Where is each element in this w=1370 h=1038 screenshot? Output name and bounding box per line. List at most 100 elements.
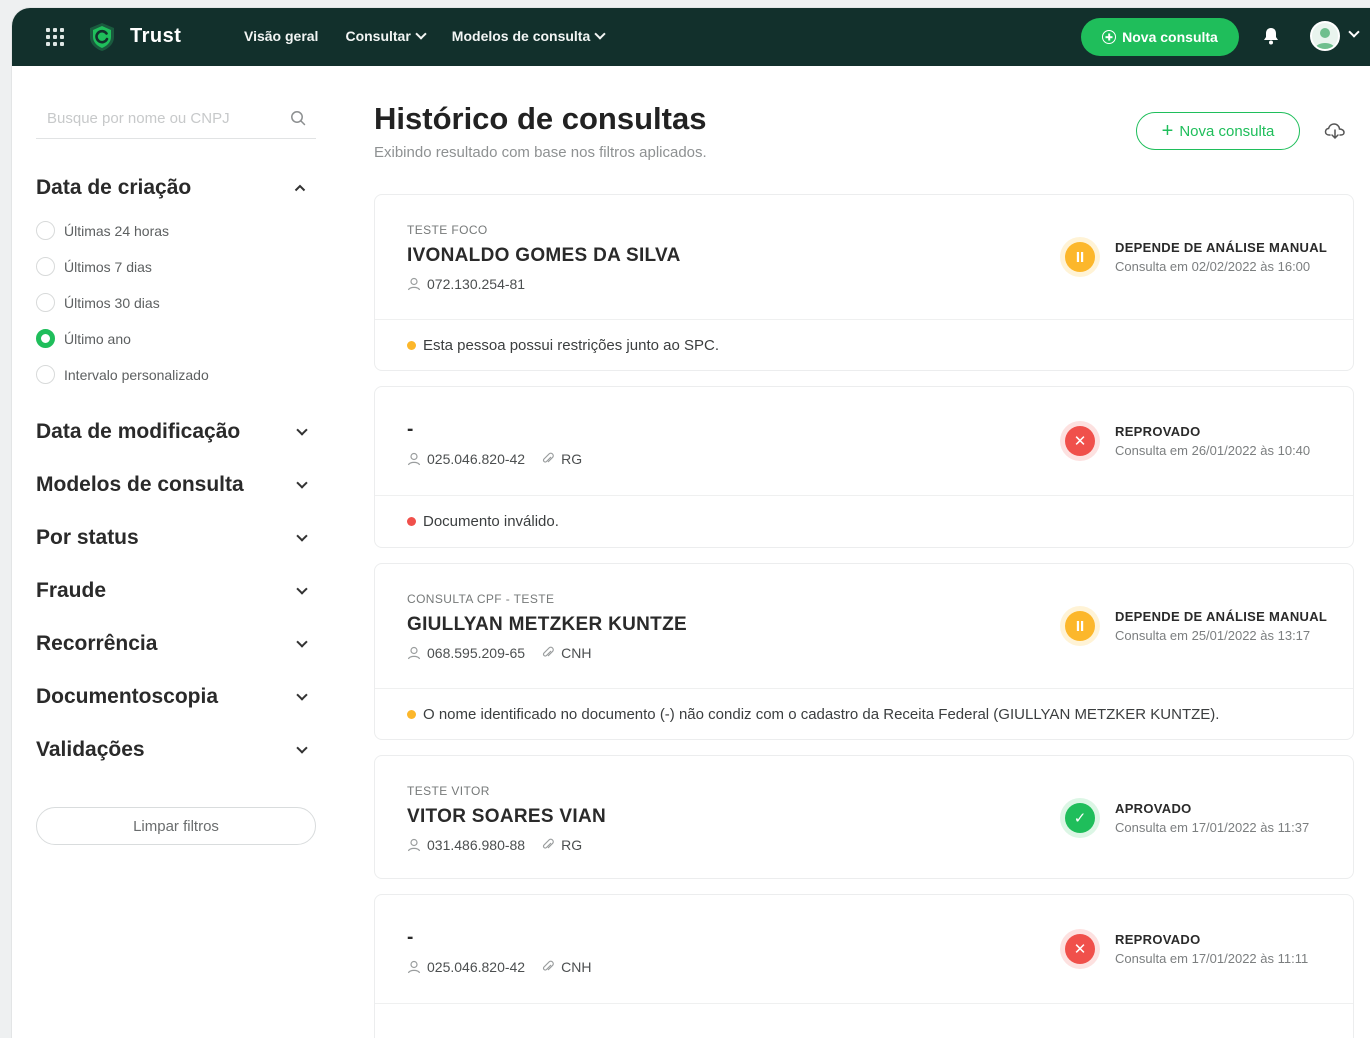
filter-models[interactable]: Modelos de consulta: [36, 473, 316, 497]
new-consult-top-button[interactable]: Nova consulta: [1081, 18, 1239, 56]
consult-card[interactable]: TESTE VITOR VITOR SOARES VIAN 031.486.98…: [374, 755, 1354, 879]
filter-status[interactable]: Por status: [36, 526, 316, 550]
clear-filters-button[interactable]: Limpar filtros: [36, 807, 316, 845]
chevron-down-icon: [415, 28, 427, 40]
chevron-down-icon: [296, 477, 308, 489]
consult-card[interactable]: TESTE FOCO IVONALDO GOMES DA SILVA 072.1…: [374, 194, 1354, 371]
warning-dot: [407, 340, 416, 350]
chevron-down-icon: [296, 424, 308, 436]
status-date: Consulta em 17/01/2022 às 11:37: [1115, 820, 1310, 835]
filter-modification-date[interactable]: Data de modificação: [36, 420, 316, 444]
user-icon: [407, 452, 421, 466]
filter-recurrence[interactable]: Recorrência: [36, 632, 316, 656]
card-doc: 025.046.820-42 CNH: [407, 959, 591, 975]
status-label: REPROVADO: [1115, 424, 1201, 439]
status-date: Consulta em 17/01/2022 às 11:11: [1115, 951, 1309, 966]
user-icon: [407, 277, 421, 291]
status-date: Consulta em 02/02/2022 às 16:00: [1115, 259, 1311, 274]
pause-icon: II: [1065, 242, 1095, 272]
radio-button[interactable]: [36, 257, 55, 276]
radio-label: Último ano: [64, 330, 131, 347]
note-text: Documento inválido.: [423, 512, 559, 530]
card-doc: 072.130.254-81: [407, 276, 525, 292]
card-status: ✕ REPROVADO Consulta em 26/01/2022 às 10…: [1065, 387, 1310, 495]
nav-consult[interactable]: Consultar: [345, 28, 427, 44]
app-window: Trust Visão geral Consultar Modelos de c…: [12, 8, 1370, 1038]
card-note: O nome identificado no documento (-) não…: [375, 689, 1353, 739]
avatar[interactable]: [1310, 21, 1340, 51]
card-doc-type: RG: [561, 837, 583, 853]
filter-section-title: Recorrência: [36, 632, 158, 655]
card-name: GIULLYAN METZKER KUNTZE: [407, 614, 687, 635]
plus-icon: +: [1161, 120, 1174, 142]
radio-button[interactable]: [36, 293, 55, 312]
filter-documentoscopy[interactable]: Documentoscopia: [36, 685, 316, 709]
apps-icon[interactable]: [46, 28, 64, 46]
chevron-up-icon: [294, 184, 306, 192]
radio-last-year[interactable]: Último ano: [36, 329, 131, 348]
user-icon: [407, 646, 421, 660]
card-doc-type: CNH: [561, 645, 592, 661]
radio-last-30d[interactable]: Últimos 30 dias: [36, 293, 160, 312]
card-doc-number: 072.130.254-81: [427, 276, 526, 292]
chevron-down-icon: [296, 742, 308, 754]
search-input[interactable]: [36, 98, 288, 138]
chevron-down-icon: [296, 689, 308, 701]
card-kicker: TESTE VITOR: [407, 784, 490, 798]
chevron-down-icon: [296, 583, 308, 595]
card-status: II DEPENDE DE ANÁLISE MANUAL Consulta em…: [1065, 564, 1327, 688]
consult-card[interactable]: - 025.046.820-42 CNH ✕ REPROVADO Consult…: [374, 894, 1354, 1038]
chevron-down-icon[interactable]: [1348, 26, 1360, 38]
filter-fraud[interactable]: Fraude: [36, 579, 316, 603]
filter-section-title: Documentoscopia: [36, 685, 219, 708]
close-icon: ✕: [1065, 426, 1095, 456]
card-name: -: [407, 419, 414, 440]
radio-custom-range[interactable]: Intervalo personalizado: [36, 365, 209, 384]
radio-button[interactable]: [36, 221, 55, 240]
nav-overview-label: Visão geral: [244, 28, 319, 44]
card-kicker: TESTE FOCO: [407, 223, 488, 237]
warning-dot: [407, 709, 416, 719]
filter-creation-date[interactable]: Data de criação: [36, 176, 316, 200]
card-doc-number: 025.046.820-42: [427, 451, 526, 467]
close-icon: ✕: [1065, 934, 1095, 964]
card-note: Esta pessoa possui restrições junto ao S…: [375, 320, 1353, 370]
paperclip-icon: [542, 646, 554, 657]
search-box: [36, 98, 316, 139]
consult-card[interactable]: CONSULTA CPF - TESTE GIULLYAN METZKER KU…: [374, 563, 1354, 740]
card-status: ✕ REPROVADO Consulta em 17/01/2022 às 11…: [1065, 895, 1308, 1003]
status-label: DEPENDE DE ANÁLISE MANUAL: [1115, 609, 1328, 624]
card-doc-number: 068.595.209-65: [427, 645, 526, 661]
nav-models[interactable]: Modelos de consulta: [451, 28, 606, 44]
nav-overview[interactable]: Visão geral: [244, 28, 318, 44]
radio-last-7d[interactable]: Últimos 7 dias: [36, 257, 152, 276]
search-icon[interactable]: [290, 110, 306, 126]
card-doc: 031.486.980-88 RG: [407, 837, 582, 853]
nav-models-label: Modelos de consulta: [451, 28, 591, 44]
new-consult-button[interactable]: + Nova consulta: [1136, 112, 1300, 150]
chevron-down-icon: [594, 28, 606, 40]
status-date: Consulta em 25/01/2022 às 13:17: [1115, 628, 1311, 643]
card-doc-number: 025.046.820-42: [427, 959, 526, 975]
chevron-down-icon: [296, 636, 308, 648]
radio-label: Últimos 7 dias: [64, 258, 152, 275]
note-text: O nome identificado no documento (-) não…: [423, 705, 1220, 723]
bell-icon[interactable]: [1262, 26, 1280, 46]
card-status: ✓ APROVADO Consulta em 17/01/2022 às 11:…: [1065, 756, 1309, 880]
card-doc-type: CNH: [561, 959, 592, 975]
consult-card[interactable]: - 025.046.820-42 RG ✕ REPROVADO Consulta…: [374, 386, 1354, 548]
brand-name[interactable]: Trust: [130, 25, 181, 48]
filter-validations[interactable]: Validações: [36, 738, 316, 762]
cloud-download-icon[interactable]: [1324, 121, 1346, 141]
status-label: APROVADO: [1115, 801, 1192, 816]
radio-button[interactable]: [36, 365, 55, 384]
filter-section-title: Validações: [36, 738, 145, 761]
shield-logo-icon[interactable]: [88, 22, 116, 52]
radio-last-24h[interactable]: Últimas 24 horas: [36, 221, 169, 240]
status-label: REPROVADO: [1115, 932, 1201, 947]
filter-section-title: Modelos de consulta: [36, 473, 244, 496]
top-navbar: Trust Visão geral Consultar Modelos de c…: [12, 8, 1370, 66]
user-icon: [407, 960, 421, 974]
radio-button-selected[interactable]: [36, 329, 55, 348]
paperclip-icon: [542, 838, 554, 849]
